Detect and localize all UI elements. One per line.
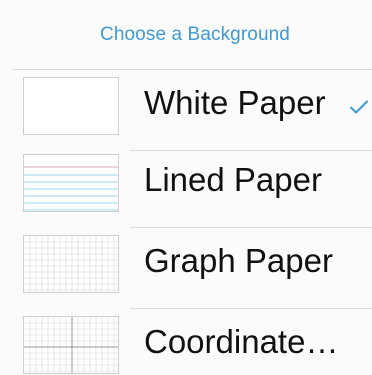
option-white-paper[interactable]: White Paper <box>0 70 372 151</box>
coordinate-paper-thumbnail <box>23 316 119 374</box>
popover-header: Choose a Background <box>0 0 372 70</box>
option-label: Lined Paper <box>144 161 322 198</box>
popover-title: Choose a Background <box>100 24 290 45</box>
option-label: Coordinate… <box>144 323 339 360</box>
option-graph-paper[interactable]: Graph Paper <box>0 228 372 309</box>
background-picker-popover: Choose a Background White Paper Lined Pa… <box>0 0 372 375</box>
option-coordinate-paper[interactable]: Coordinate… <box>0 309 372 375</box>
lined-paper-thumbnail <box>23 154 119 212</box>
checkmark-icon <box>350 100 368 114</box>
option-lined-paper[interactable]: Lined Paper <box>0 147 372 228</box>
option-label: Graph Paper <box>144 242 333 279</box>
graph-paper-thumbnail <box>23 235 119 293</box>
white-paper-thumbnail <box>23 77 119 135</box>
option-label: White Paper <box>144 84 326 121</box>
